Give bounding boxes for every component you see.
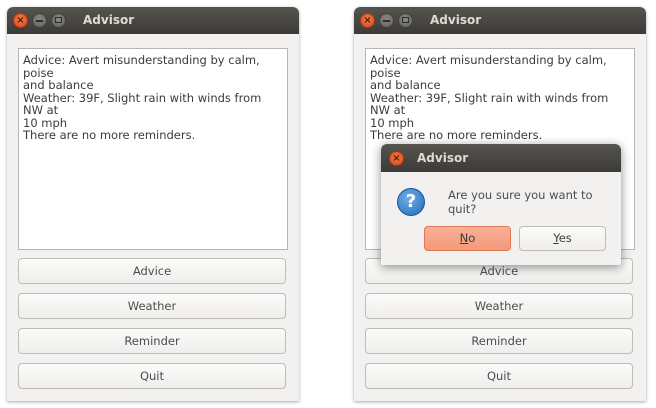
quit-confirm-dialog: × Advisor ? Are you sure you want to qui…: [381, 144, 621, 265]
reminder-button[interactable]: Reminder: [18, 328, 286, 354]
dialog-title: Advisor: [417, 151, 469, 165]
minimize-icon[interactable]: [379, 13, 394, 28]
window-title: Advisor: [83, 13, 135, 27]
dialog-message: Are you sure you want to quit?: [448, 188, 593, 216]
text-line: and balance: [370, 78, 441, 92]
text-line: There are no more reminders.: [370, 128, 543, 142]
text-line: and balance: [23, 78, 94, 92]
maximize-icon[interactable]: [398, 13, 413, 28]
advisor-window-left: × Advisor Advice: Avert misunderstanding…: [7, 7, 299, 401]
advice-button[interactable]: Advice: [18, 258, 286, 284]
weather-button[interactable]: Weather: [365, 293, 633, 319]
close-icon[interactable]: ×: [360, 13, 375, 28]
yes-label: es: [558, 231, 572, 245]
screenshot: × Advisor Advice: Avert misunderstanding…: [0, 0, 656, 408]
title-bar: × Advisor: [354, 7, 646, 34]
message-text-area[interactable]: Advice: Avert misunderstanding by calm, …: [18, 48, 288, 250]
yes-button[interactable]: Yes: [519, 226, 606, 251]
text-line: There are no more reminders.: [23, 128, 196, 142]
quit-button[interactable]: Quit: [365, 363, 633, 389]
close-icon[interactable]: ×: [13, 13, 28, 28]
close-icon[interactable]: ×: [389, 151, 404, 166]
no-label: o: [468, 231, 476, 245]
no-button[interactable]: No: [424, 226, 511, 251]
dialog-title-bar: × Advisor: [381, 144, 621, 172]
window-title: Advisor: [430, 13, 482, 27]
no-mnemonic: N: [459, 231, 469, 245]
minimize-icon[interactable]: [32, 13, 47, 28]
text-line: Weather: 39F, Slight rain with winds fro…: [23, 90, 262, 117]
weather-button[interactable]: Weather: [18, 293, 286, 319]
text-line: Weather: 39F, Slight rain with winds fro…: [370, 90, 609, 117]
title-bar: × Advisor: [7, 7, 299, 34]
question-icon: ?: [397, 188, 425, 216]
text-line: Advice: Avert misunderstanding by calm, …: [370, 53, 607, 80]
quit-button[interactable]: Quit: [18, 363, 286, 389]
maximize-icon[interactable]: [51, 13, 66, 28]
reminder-button[interactable]: Reminder: [365, 328, 633, 354]
text-line: Advice: Avert misunderstanding by calm, …: [23, 53, 260, 80]
